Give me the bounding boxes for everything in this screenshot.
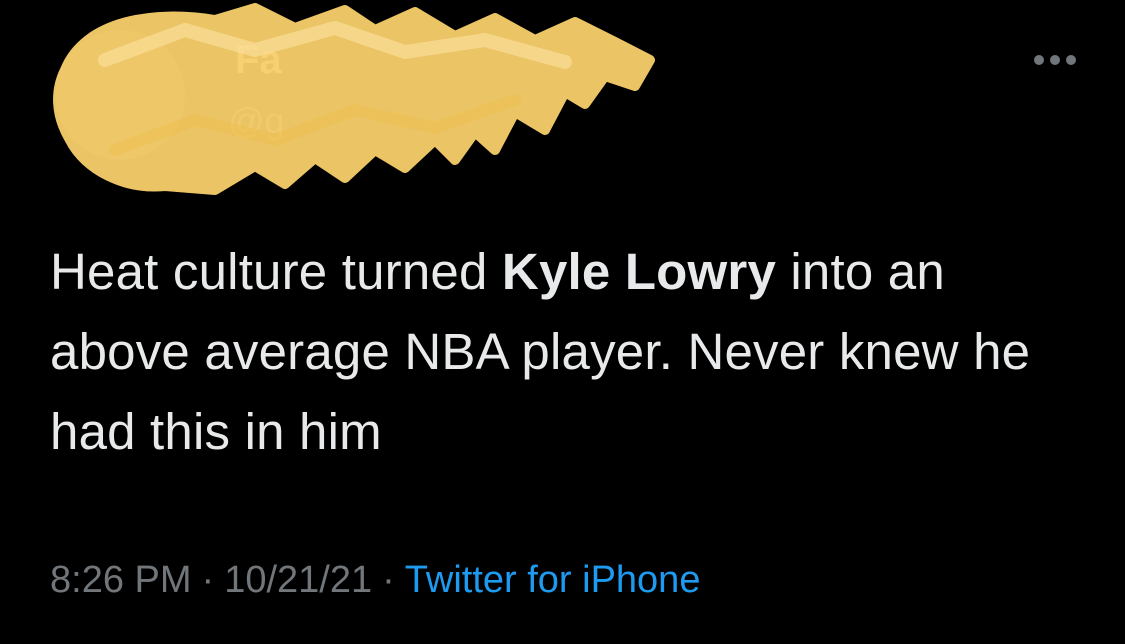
- tweet-text: Heat culture turned Kyle Lowry into an a…: [50, 232, 1090, 472]
- tweet-text-part: Heat culture turned: [50, 243, 502, 300]
- tweet-time[interactable]: 8:26 PM: [50, 559, 192, 601]
- meta-separator: ·: [382, 559, 395, 601]
- tweet-bold-name: Kyle Lowry: [501, 243, 777, 300]
- meta-separator: ·: [201, 559, 215, 601]
- tweet-date[interactable]: 10/21/21: [224, 559, 372, 601]
- avatar[interactable]: [55, 30, 185, 160]
- author-display-name[interactable]: Fa: [235, 38, 282, 83]
- more-horizontal-icon: [1034, 55, 1076, 65]
- tweet-header: Fa @g: [45, 0, 1085, 200]
- tweet-source-link[interactable]: Twitter for iPhone: [405, 559, 701, 601]
- tweet-meta: 8:26 PM · 10/21/21 · Twitter for iPhone: [50, 552, 700, 608]
- author-handle[interactable]: @g: [228, 100, 285, 142]
- more-options-button[interactable]: [1025, 40, 1085, 80]
- tweet-card: Fa @g Heat culture turned Kyle Lowry int…: [0, 0, 1125, 644]
